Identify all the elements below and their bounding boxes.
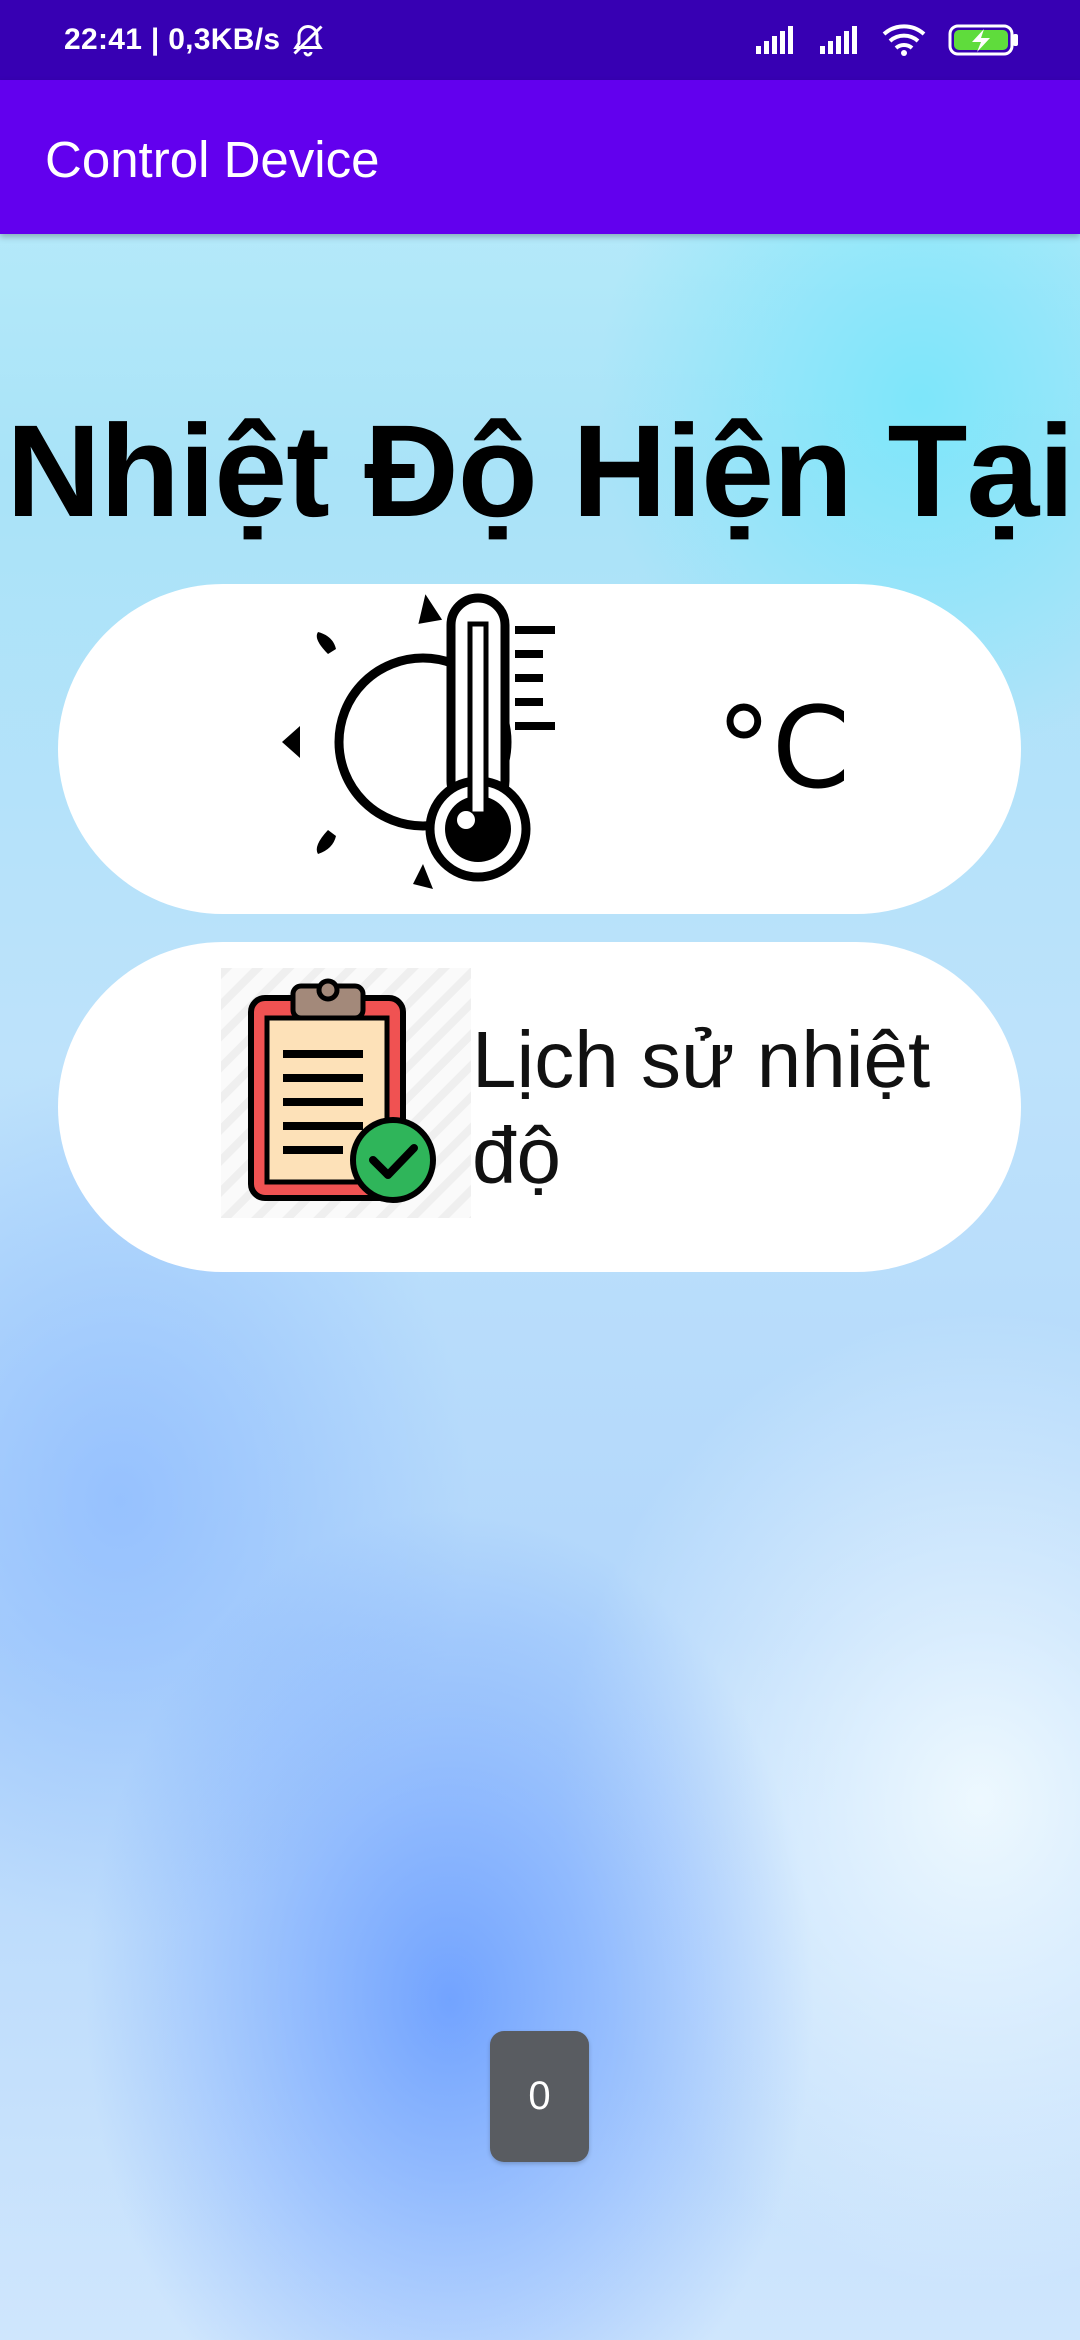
app-bar: Control Device — [0, 80, 1080, 234]
history-label: Lịch sử nhiệt độ — [472, 1015, 931, 1200]
status-icons — [754, 0, 1020, 80]
signal-icon — [820, 26, 857, 54]
thermometer-sun-icon — [282, 593, 555, 889]
wifi-icon — [882, 24, 926, 56]
app-title: Control Device — [45, 131, 380, 188]
signal-icon — [756, 26, 793, 54]
status-left: 22:41 | 0,3KB/s — [64, 0, 326, 80]
toast-message: 0 — [490, 2031, 589, 2162]
clipboard-check-icon — [221, 968, 471, 1218]
status-bar: 22:41 | 0,3KB/s — [0, 0, 1080, 80]
status-time-speed: 22:41 | 0,3KB/s — [64, 23, 281, 56]
page-heading: Nhiệt Độ Hiện Tại — [6, 397, 1074, 544]
temperature-card[interactable]: °C — [58, 584, 1021, 914]
temperature-unit: °C — [715, 684, 851, 814]
history-card[interactable]: Lịch sử nhiệt độ — [58, 942, 1021, 1272]
bell-off-icon — [290, 22, 326, 58]
battery-charging-icon — [948, 24, 1018, 56]
